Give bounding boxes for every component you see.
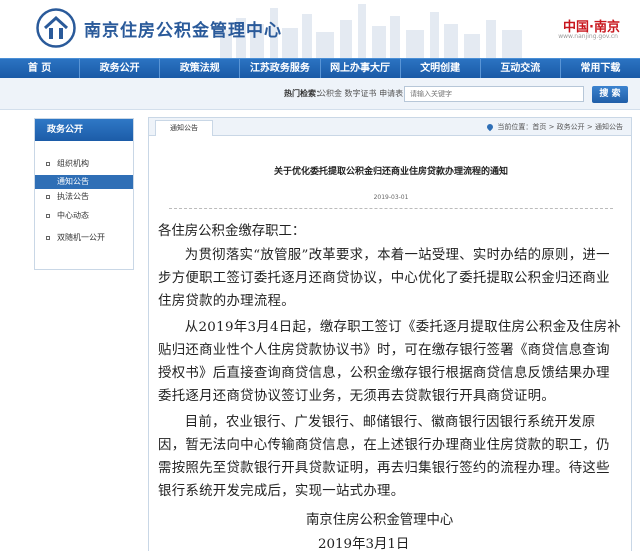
site-header: 南京住房公积金管理中心 中国·南京 www.nanjing.gov.cn bbox=[0, 0, 640, 58]
nav-home[interactable]: 首 页 bbox=[0, 59, 81, 78]
location-pin-icon bbox=[486, 122, 495, 132]
housing-fund-logo-icon bbox=[36, 8, 76, 48]
main-nav: 首 页 政务公开 政策法规 江苏政务服务 网上办事大厅 文明创建 互动交流 常用… bbox=[0, 58, 640, 78]
square-bullet-icon bbox=[46, 214, 50, 218]
sidebar-item-label: 组织机构 bbox=[57, 159, 89, 168]
breadcrumb: 当前位置：首页 > 政务公开 > 通知公告 bbox=[486, 122, 623, 132]
nav-jiangsu-service[interactable]: 江苏政务服务 bbox=[240, 59, 321, 78]
nav-gov-affairs[interactable]: 政务公开 bbox=[80, 59, 161, 78]
title-divider bbox=[169, 208, 613, 209]
article-paragraph: 从2019年3月4日起，缴存职工签订《委托逐月提取住房公积金及住房补贴归还商业性… bbox=[158, 320, 622, 404]
nav-downloads[interactable]: 常用下载 bbox=[561, 59, 640, 78]
sidebar: 政务公开 组织机构 通知公告 执法公告 中心动态 双随机一公开 bbox=[34, 118, 134, 270]
nav-interaction[interactable]: 互动交流 bbox=[481, 59, 561, 78]
sidebar-item-random-inspection[interactable]: 双随机一公开 bbox=[35, 227, 133, 249]
sidebar-item-label: 执法公告 bbox=[57, 192, 89, 201]
sidebar-item-enforcement[interactable]: 执法公告 bbox=[35, 189, 133, 205]
tab-notices[interactable]: 通知公告 bbox=[155, 120, 213, 136]
sidebar-item-label: 通知公告 bbox=[57, 177, 89, 186]
site-title: 南京住房公积金管理中心 bbox=[84, 21, 282, 41]
sidebar-item-label: 中心动态 bbox=[57, 211, 89, 220]
sidebar-title: 政务公开 bbox=[35, 119, 133, 141]
square-bullet-icon bbox=[46, 162, 50, 166]
article-salutation: 各住房公积金缴存职工： bbox=[158, 224, 306, 239]
sidebar-item-organization[interactable]: 组织机构 bbox=[35, 153, 133, 175]
nav-civilization[interactable]: 文明创建 bbox=[401, 59, 481, 78]
hot-search-words[interactable]: 公积金 数字证书 申请表 bbox=[318, 88, 403, 99]
breadcrumb-text[interactable]: 当前位置：首页 > 政务公开 > 通知公告 bbox=[497, 123, 623, 131]
sidebar-item-notices[interactable]: 通知公告 bbox=[35, 175, 133, 189]
china-nanjing-url: www.nanjing.gov.cn bbox=[558, 33, 618, 40]
article-paragraph: 目前，农业银行、广发银行、邮储银行、徽商银行因银行系统开发原因，暂无法向中心传输… bbox=[158, 415, 610, 499]
article-paragraph: 为贯彻落实“放管服”改革要求，本着一站受理、实时办结的原则，进一步方便职工签订委… bbox=[158, 248, 610, 309]
search-button[interactable]: 搜 索 bbox=[592, 86, 628, 103]
search-bar: 热门检索： 公积金 数字证书 申请表 搜 索 bbox=[0, 78, 640, 110]
sidebar-item-news[interactable]: 中心动态 bbox=[35, 205, 133, 227]
article-sign-date: 2019年3月1日 bbox=[318, 537, 410, 551]
article-title: 关于优化委托提取公积金归还商业住房贷款办理流程的通知 bbox=[273, 167, 508, 177]
sidebar-item-label: 双随机一公开 bbox=[57, 233, 105, 242]
nav-online-hall[interactable]: 网上办事大厅 bbox=[321, 59, 401, 78]
article-body: 各住房公积金缴存职工： 为贯彻落实“放管服”改革要求，本着一站受理、实时办结的原… bbox=[148, 220, 632, 506]
square-bullet-icon bbox=[46, 236, 50, 240]
square-bullet-icon bbox=[46, 195, 50, 199]
nav-policies[interactable]: 政策法规 bbox=[160, 59, 241, 78]
article-signature: 南京住房公积金管理中心 bbox=[306, 513, 454, 528]
content-tabbar: 通知公告 当前位置：首页 > 政务公开 > 通知公告 bbox=[149, 118, 631, 136]
search-input[interactable] bbox=[404, 86, 584, 102]
article-date: 2019-03-01 bbox=[373, 194, 409, 201]
